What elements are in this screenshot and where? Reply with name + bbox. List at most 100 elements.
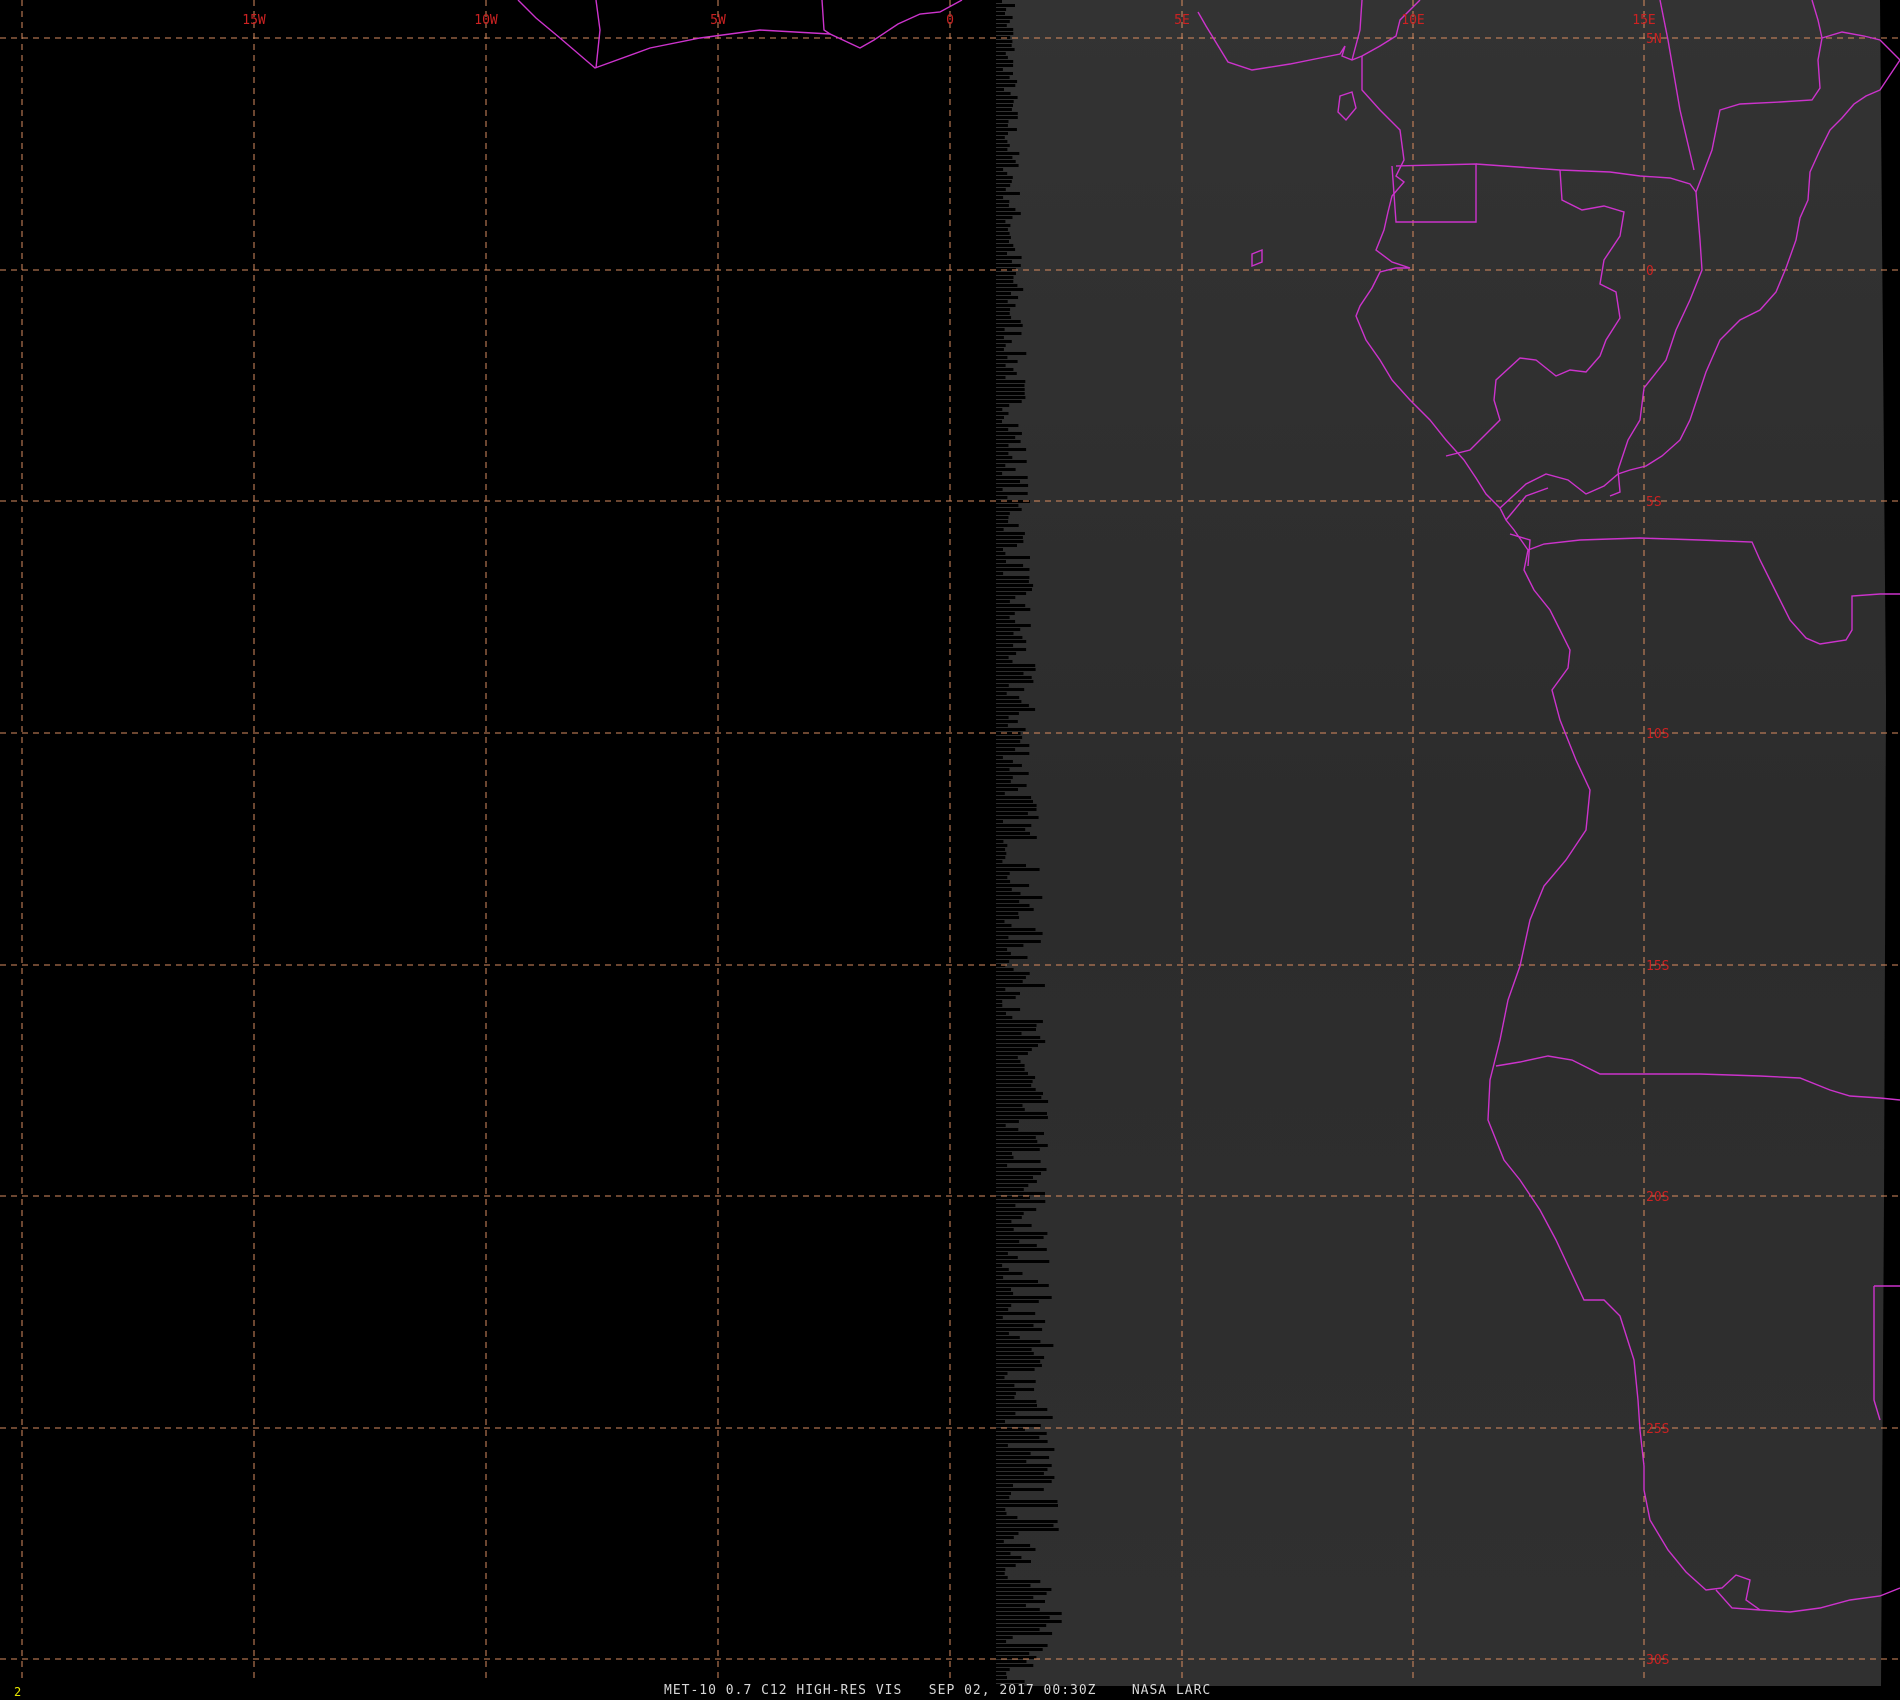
terminator-streak — [996, 144, 1010, 147]
terminator-streak — [996, 1556, 1022, 1559]
terminator-streak — [996, 512, 1010, 515]
terminator-streak — [996, 788, 1018, 791]
terminator-streak — [996, 1460, 1027, 1463]
terminator-streak — [996, 1620, 1062, 1623]
terminator-streak — [996, 864, 1026, 867]
terminator-streak — [996, 1360, 1041, 1363]
terminator-streak — [996, 44, 1012, 47]
longitude-label: 0 — [946, 13, 954, 28]
terminator-streak — [996, 12, 1005, 15]
terminator-streak — [996, 272, 1016, 275]
terminator-streak — [996, 16, 1013, 19]
terminator-streak — [996, 340, 1012, 343]
terminator-streak — [996, 476, 1028, 479]
terminator-streak — [996, 1088, 1036, 1091]
terminator-streak — [996, 580, 1029, 583]
terminator-streak — [996, 260, 1012, 263]
terminator-streak — [996, 1512, 1007, 1515]
terminator-streak — [996, 772, 1029, 775]
latitude-label: 5S — [1646, 495, 1662, 510]
terminator-streak — [996, 624, 1031, 627]
terminator-streak — [996, 1392, 1016, 1395]
terminator-streak — [996, 1060, 1021, 1063]
terminator-streak — [996, 1568, 1006, 1571]
terminator-streak — [996, 1580, 1041, 1583]
terminator-streak — [996, 804, 1037, 807]
terminator-streak — [996, 1624, 1047, 1627]
terminator-streak — [996, 760, 1013, 763]
terminator-streak — [996, 588, 1032, 591]
terminator-streak — [996, 1548, 1036, 1551]
terminator-streak — [996, 324, 1023, 327]
terminator-streak — [996, 680, 1034, 683]
terminator-streak — [996, 1268, 1009, 1271]
terminator-streak — [996, 1544, 1031, 1547]
terminator-streak — [996, 152, 1020, 155]
terminator-streak — [996, 1256, 1018, 1259]
terminator-streak — [996, 116, 1018, 119]
terminator-streak — [996, 508, 1022, 511]
terminator-streak — [996, 988, 1006, 991]
terminator-streak — [996, 1376, 1005, 1379]
terminator-streak — [996, 780, 1011, 783]
terminator-streak — [996, 100, 1014, 103]
terminator-streak — [996, 1264, 1003, 1267]
terminator-streak — [996, 744, 1030, 747]
terminator-streak — [996, 1604, 1026, 1607]
terminator-streak — [996, 1340, 1041, 1343]
terminator-streak — [996, 1320, 1046, 1323]
terminator-streak — [996, 1276, 1004, 1279]
terminator-streak — [996, 96, 1018, 99]
terminator-streak — [996, 1504, 1058, 1507]
terminator-streak — [996, 388, 1025, 391]
terminator-streak — [996, 1020, 1043, 1023]
terminator-streak — [996, 412, 1009, 415]
terminator-streak — [996, 1288, 1011, 1291]
terminator-streak — [996, 192, 1020, 195]
terminator-streak — [996, 1092, 1043, 1095]
terminator-streak — [996, 1040, 1046, 1043]
terminator-streak — [996, 876, 1008, 879]
terminator-streak — [996, 140, 1008, 143]
terminator-streak — [996, 884, 1030, 887]
terminator-streak — [996, 660, 1013, 663]
terminator-streak — [996, 1348, 1032, 1351]
terminator-streak — [996, 1036, 1041, 1039]
terminator-streak — [996, 556, 1030, 559]
terminator-streak — [996, 1128, 1019, 1131]
terminator-streak — [996, 220, 1006, 223]
terminator-streak — [996, 404, 1010, 407]
frame-number: 2 — [14, 1685, 22, 1699]
terminator-streak — [996, 984, 1045, 987]
terminator-streak — [996, 1052, 1028, 1055]
terminator-streak — [996, 56, 1008, 59]
terminator-streak — [996, 944, 1024, 947]
terminator-streak — [996, 1056, 1018, 1059]
terminator-streak — [996, 368, 1014, 371]
terminator-streak — [996, 516, 1009, 519]
terminator-streak — [996, 1064, 1025, 1067]
terminator-streak — [996, 380, 1026, 383]
terminator-streak — [996, 240, 1009, 243]
terminator-streak — [996, 460, 1027, 463]
terminator-streak — [996, 296, 1019, 299]
terminator-streak — [996, 1492, 1011, 1495]
terminator-streak — [996, 592, 1027, 595]
terminator-streak — [996, 212, 1021, 215]
terminator-streak — [996, 616, 1010, 619]
terminator-streak — [996, 700, 1022, 703]
terminator-streak — [996, 1280, 1038, 1283]
longitude-label: 15W — [242, 13, 266, 28]
terminator-streak — [996, 160, 1016, 163]
terminator-streak — [996, 352, 1027, 355]
terminator-streak — [996, 448, 1027, 451]
terminator-streak — [996, 440, 1021, 443]
terminator-streak — [996, 1156, 1014, 1159]
terminator-streak — [996, 492, 1028, 495]
terminator-streak — [996, 880, 1011, 883]
terminator-streak — [996, 584, 1034, 587]
imagery-region — [996, 0, 1886, 1686]
terminator-streak — [996, 304, 1016, 307]
terminator-streak — [996, 868, 1040, 871]
terminator-streak — [996, 436, 1016, 439]
